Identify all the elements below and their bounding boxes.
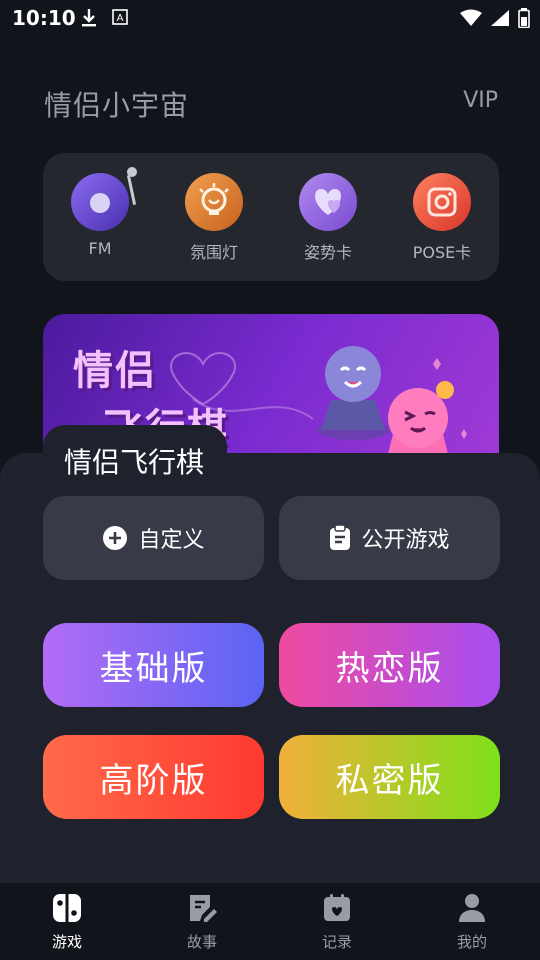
tab-profile[interactable]: 我的 — [427, 893, 517, 952]
user-icon — [459, 894, 485, 922]
svg-text:A: A — [117, 13, 124, 24]
public-game-button[interactable]: 公开游戏 — [279, 496, 500, 580]
lamp-icon — [185, 173, 243, 231]
public-game-label: 公开游戏 — [361, 528, 450, 553]
tool-label: FM — [88, 239, 112, 258]
tab-label: 我的 — [456, 933, 487, 951]
mode-label: 高阶版 — [99, 760, 208, 801]
tool-pose-card[interactable]: POSE卡 — [397, 173, 487, 263]
tab-games[interactable]: 游戏 — [22, 893, 112, 952]
wifi-icon — [460, 9, 482, 26]
bottom-tab-bar: 游戏 故事 记录 我的 — [0, 883, 540, 960]
mode-label: 私密版 — [335, 760, 444, 801]
gamepad-icon — [53, 894, 81, 922]
edit-note-icon — [190, 895, 217, 922]
tool-pose-heart[interactable]: 姿势卡 — [283, 173, 373, 263]
mode-basic-button[interactable]: 基础版 — [43, 623, 264, 707]
tool-ambient-light[interactable]: 氛围灯 — [169, 173, 259, 263]
mode-private-button[interactable]: 私密版 — [279, 735, 500, 819]
tab-stories[interactable]: 故事 — [157, 893, 247, 952]
download-icon — [82, 9, 96, 27]
custom-game-label: 自定义 — [138, 528, 205, 553]
clipboard-icon — [330, 525, 351, 550]
tab-label: 记录 — [321, 933, 352, 951]
tab-label: 故事 — [186, 933, 217, 951]
sheet-title: 情侣飞行棋 — [64, 446, 205, 479]
tool-fm[interactable]: FM — [55, 167, 145, 258]
status-time: 10:10 — [12, 6, 76, 30]
tool-label: 姿势卡 — [303, 243, 352, 262]
heart-card-icon — [299, 173, 357, 231]
status-bar: 10:10 A — [0, 0, 540, 38]
mode-label: 基础版 — [99, 648, 208, 689]
plus-circle-icon — [103, 526, 128, 550]
mode-romance-button[interactable]: 热恋版 — [279, 623, 500, 707]
mode-label: 热恋版 — [335, 648, 444, 689]
tab-records[interactable]: 记录 — [292, 893, 382, 952]
battery-icon — [518, 8, 530, 28]
tab-label: 游戏 — [51, 933, 82, 951]
mode-advanced-button[interactable]: 高阶版 — [43, 735, 264, 819]
custom-game-button[interactable]: 自定义 — [43, 496, 264, 580]
tool-label: 氛围灯 — [189, 243, 238, 262]
keyboard-icon: A — [112, 9, 128, 25]
signal-icon — [491, 10, 509, 26]
tool-label: POSE卡 — [412, 243, 472, 262]
vip-button[interactable]: VIP — [463, 88, 498, 113]
calendar-heart-icon — [324, 894, 350, 921]
radio-icon — [71, 167, 137, 231]
tools-card: FM 氛围灯 姿势卡 POSE卡 — [43, 153, 499, 281]
camera-icon — [413, 173, 471, 231]
app-title: 情侣小宇宙 — [44, 89, 190, 122]
